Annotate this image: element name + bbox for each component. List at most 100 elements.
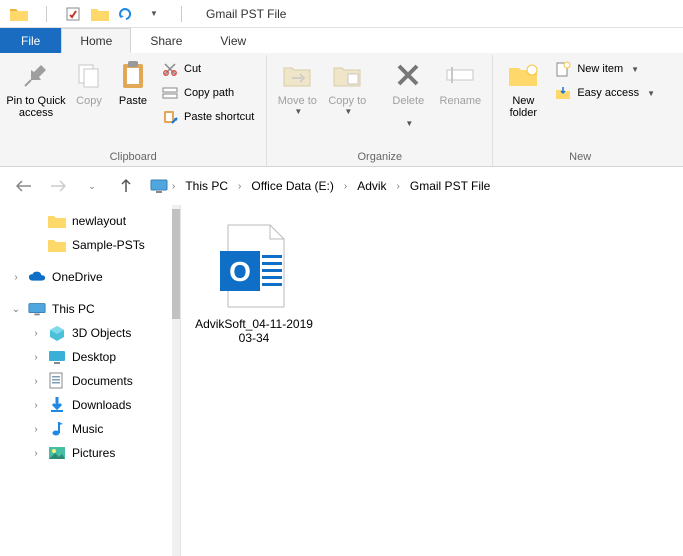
file-name: AdvikSoft_04-11-2019 03-34 xyxy=(189,317,319,345)
breadcrumb-sep: › xyxy=(342,181,349,192)
tab-file[interactable]: File xyxy=(0,28,61,53)
breadcrumb[interactable]: › This PC › Office Data (E:) › Advik › G… xyxy=(146,173,673,199)
new-item-label: New item xyxy=(577,63,623,75)
tab-view[interactable]: View xyxy=(201,28,265,53)
new-folder-icon xyxy=(507,59,539,91)
breadcrumb-crumb[interactable]: Gmail PST File xyxy=(404,176,496,196)
paste-shortcut-icon xyxy=(162,109,178,125)
tab-home[interactable]: Home xyxy=(61,28,131,53)
copy-path-icon xyxy=(162,85,178,101)
expand-icon[interactable]: › xyxy=(10,272,22,283)
qat-separator xyxy=(168,3,194,25)
file-item[interactable]: O AdvikSoft_04-11-2019 03-34 xyxy=(189,221,319,345)
new-item-icon xyxy=(555,61,571,77)
tree-item[interactable]: ›3D Objects xyxy=(0,321,180,345)
cut-label: Cut xyxy=(184,63,201,75)
easy-access-icon xyxy=(555,85,571,101)
qat-dropdown-icon[interactable]: ▼ xyxy=(141,3,167,25)
folder-icon xyxy=(48,236,66,254)
expand-icon[interactable]: › xyxy=(30,424,42,435)
expand-icon[interactable]: › xyxy=(30,328,42,339)
breadcrumb-sep: › xyxy=(170,181,177,192)
rename-button[interactable]: Rename xyxy=(434,57,486,109)
tree-item[interactable]: › Pictures xyxy=(0,441,180,465)
copy-icon xyxy=(73,59,105,91)
new-folder-qat-icon[interactable] xyxy=(87,3,113,25)
tree-item-label: Downloads xyxy=(72,398,131,412)
expand-icon[interactable]: › xyxy=(30,400,42,411)
navigation-pane: newlayoutSample-PSTs › OneDrive ⌄This PC›3D… xyxy=(0,205,181,556)
tree-item[interactable]: › Downloads xyxy=(0,393,180,417)
delete-label: Delete xyxy=(392,95,424,107)
copy-to-button[interactable]: Copy to▼ xyxy=(323,57,371,118)
tree-item-label: OneDrive xyxy=(52,270,103,284)
chevron-down-icon: ▼ xyxy=(294,107,302,116)
music-icon xyxy=(48,420,66,438)
chevron-down-icon: ▼ xyxy=(647,89,655,98)
expand-icon[interactable]: › xyxy=(30,376,42,387)
desktop-icon xyxy=(48,348,66,366)
cut-icon xyxy=(162,61,178,77)
tree-item-label: Pictures xyxy=(72,446,115,460)
paste-button[interactable]: Paste xyxy=(112,57,154,109)
undo-icon[interactable] xyxy=(114,3,140,25)
downloads-icon xyxy=(48,396,66,414)
scrollbar[interactable] xyxy=(172,205,180,556)
new-folder-label: New folder xyxy=(499,95,547,119)
easy-access-label: Easy access xyxy=(577,87,639,99)
title-bar: ▼ Gmail PST File xyxy=(0,0,683,28)
tree-item[interactable]: ⌄This PC xyxy=(0,297,180,321)
tree-item[interactable]: newlayout xyxy=(0,209,180,233)
tree-item[interactable]: › OneDrive xyxy=(0,265,180,289)
pin-icon xyxy=(20,59,52,91)
new-item-button[interactable]: New item▼ xyxy=(549,57,661,81)
tree-item[interactable]: ›Music xyxy=(0,417,180,441)
tree-item[interactable]: ›Documents xyxy=(0,369,180,393)
rename-label: Rename xyxy=(440,95,482,107)
tree-item[interactable]: ›Desktop xyxy=(0,345,180,369)
qat-separator xyxy=(33,3,59,25)
folder-app-icon[interactable] xyxy=(6,3,32,25)
expand-icon[interactable]: › xyxy=(30,448,42,459)
paste-icon xyxy=(117,59,149,91)
breadcrumb-sep: › xyxy=(395,181,402,192)
organize-group-label: Organize xyxy=(273,149,486,166)
copy-to-label: Copy to xyxy=(328,95,366,107)
up-button[interactable] xyxy=(112,172,140,200)
paste-shortcut-button[interactable]: Paste shortcut xyxy=(156,105,260,129)
tab-share[interactable]: Share xyxy=(131,28,201,53)
breadcrumb-crumb[interactable]: This PC xyxy=(179,176,234,196)
pst-file-icon: O xyxy=(214,221,294,311)
paste-label: Paste xyxy=(119,95,147,107)
ribbon-group-organize: Move to▼ Copy to▼ Delete▼ Rename xyxy=(267,55,493,166)
move-to-icon xyxy=(281,59,313,91)
ribbon-group-clipboard: Pin to Quick access Copy Paste xyxy=(0,55,267,166)
window-title: Gmail PST File xyxy=(206,7,286,21)
easy-access-button[interactable]: Easy access ▼ xyxy=(549,81,661,105)
forward-button[interactable] xyxy=(44,172,72,200)
expand-icon[interactable]: ⌄ xyxy=(10,304,22,315)
tree-item[interactable]: Sample-PSTs xyxy=(0,233,180,257)
ribbon-group-new: New folder New item▼ Easy access▼ New xyxy=(493,55,667,166)
onedrive-icon xyxy=(28,268,46,286)
file-list[interactable]: O AdvikSoft_04-11-2019 03-34 xyxy=(181,205,683,556)
pin-to-quick-access-button[interactable]: Pin to Quick access xyxy=(6,57,66,121)
properties-icon[interactable] xyxy=(60,3,86,25)
recent-dropdown[interactable]: ⌄ xyxy=(78,172,106,200)
new-folder-button[interactable]: New folder xyxy=(499,57,547,121)
cut-button[interactable]: Cut xyxy=(156,57,260,81)
move-to-button[interactable]: Move to▼ xyxy=(273,57,321,118)
quick-access-toolbar: ▼ xyxy=(0,3,194,25)
rename-icon xyxy=(444,59,476,91)
back-button[interactable] xyxy=(10,172,38,200)
expand-icon[interactable]: › xyxy=(30,352,42,363)
clipboard-group-label: Clipboard xyxy=(6,149,260,166)
breadcrumb-crumb[interactable]: Office Data (E:) xyxy=(245,176,339,196)
address-bar: ⌄ › This PC › Office Data (E:) › Advik ›… xyxy=(0,167,683,205)
copy-button[interactable]: Copy xyxy=(68,57,110,109)
scrollbar-thumb[interactable] xyxy=(172,209,180,319)
copy-path-button[interactable]: Copy path xyxy=(156,81,260,105)
delete-button[interactable]: Delete▼ xyxy=(384,57,432,130)
breadcrumb-crumb[interactable]: Advik xyxy=(351,176,392,196)
paste-shortcut-label: Paste shortcut xyxy=(184,111,254,123)
